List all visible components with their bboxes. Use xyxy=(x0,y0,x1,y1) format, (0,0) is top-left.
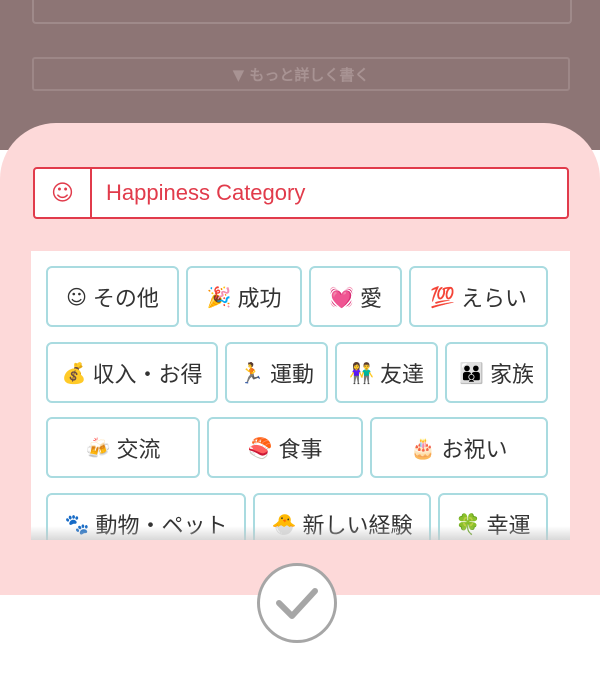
category-list[interactable]: ☺ その他 🎉 成功 💓 愛 💯 えらい 💰 収入・お得 🏃 運動 👫 友達 👪… xyxy=(31,251,570,540)
party-popper-icon: 🎉 xyxy=(206,284,232,309)
hatching-chick-icon: 🐣 xyxy=(271,511,297,536)
category-chip-social[interactable]: 🍻 交流 xyxy=(46,417,200,478)
smile-icon: ☺ xyxy=(35,169,92,217)
category-label: 友達 xyxy=(379,362,424,388)
category-label: えらい xyxy=(460,286,527,312)
category-chip-income[interactable]: 💰 収入・お得 xyxy=(46,342,218,403)
family-icon: 👪 xyxy=(459,360,484,385)
category-label: 新しい経験 xyxy=(302,513,413,539)
friends-icon: 👫 xyxy=(349,360,374,385)
runner-icon: 🏃 xyxy=(239,360,264,385)
category-label: 家族 xyxy=(489,362,534,388)
hundred-icon: 💯 xyxy=(430,284,455,309)
category-chip-pets[interactable]: 🐾 動物・ペット xyxy=(46,493,246,540)
category-label: 動物・ペット xyxy=(95,513,228,539)
category-chip-success[interactable]: 🎉 成功 xyxy=(186,266,302,327)
category-chip-family[interactable]: 👪 家族 xyxy=(445,342,548,403)
category-bottom-sheet: ☺ Happiness Category ☺ その他 🎉 成功 💓 愛 💯 えら… xyxy=(0,123,600,595)
confirm-button[interactable] xyxy=(257,563,337,643)
paw-prints-icon: 🐾 xyxy=(64,511,90,536)
birthday-cake-icon: 🎂 xyxy=(410,435,436,460)
heart-icon: 💓 xyxy=(329,284,354,309)
money-bag-icon: 💰 xyxy=(61,360,87,385)
category-chip-celebration[interactable]: 🎂 お祝い xyxy=(370,417,548,478)
category-chip-other[interactable]: ☺ その他 xyxy=(46,266,179,327)
beer-cheers-icon: 🍻 xyxy=(85,435,111,460)
sushi-icon: 🍣 xyxy=(247,435,273,460)
category-label: お祝い xyxy=(441,437,508,463)
category-chip-exercise[interactable]: 🏃 運動 xyxy=(225,342,328,403)
write-more-button: ▼ もっと詳しく書く xyxy=(32,57,570,91)
category-chip-love[interactable]: 💓 愛 xyxy=(309,266,402,327)
four-leaf-clover-icon: 🍀 xyxy=(455,511,481,536)
category-label: 愛 xyxy=(359,286,382,312)
category-label: 収入・お得 xyxy=(92,362,203,388)
sheet-title: Happiness Category xyxy=(106,180,306,205)
category-chip-luck[interactable]: 🍀 幸運 xyxy=(438,493,548,540)
category-chip-meal[interactable]: 🍣 食事 xyxy=(207,417,363,478)
checkmark-icon xyxy=(276,588,318,619)
category-label: その他 xyxy=(92,286,159,312)
category-chip-new-experience[interactable]: 🐣 新しい経験 xyxy=(253,493,431,540)
category-chip-great[interactable]: 💯 えらい xyxy=(409,266,548,327)
category-label: 交流 xyxy=(116,437,161,463)
smile-icon: ☺ xyxy=(66,284,87,309)
category-label: 成功 xyxy=(237,286,282,312)
category-label: 運動 xyxy=(269,362,314,388)
category-label: 幸運 xyxy=(486,513,531,539)
category-label: 食事 xyxy=(278,437,323,463)
dimmed-text-field xyxy=(32,0,572,24)
category-header: ☺ Happiness Category xyxy=(33,167,569,219)
category-chip-friends[interactable]: 👫 友達 xyxy=(335,342,438,403)
